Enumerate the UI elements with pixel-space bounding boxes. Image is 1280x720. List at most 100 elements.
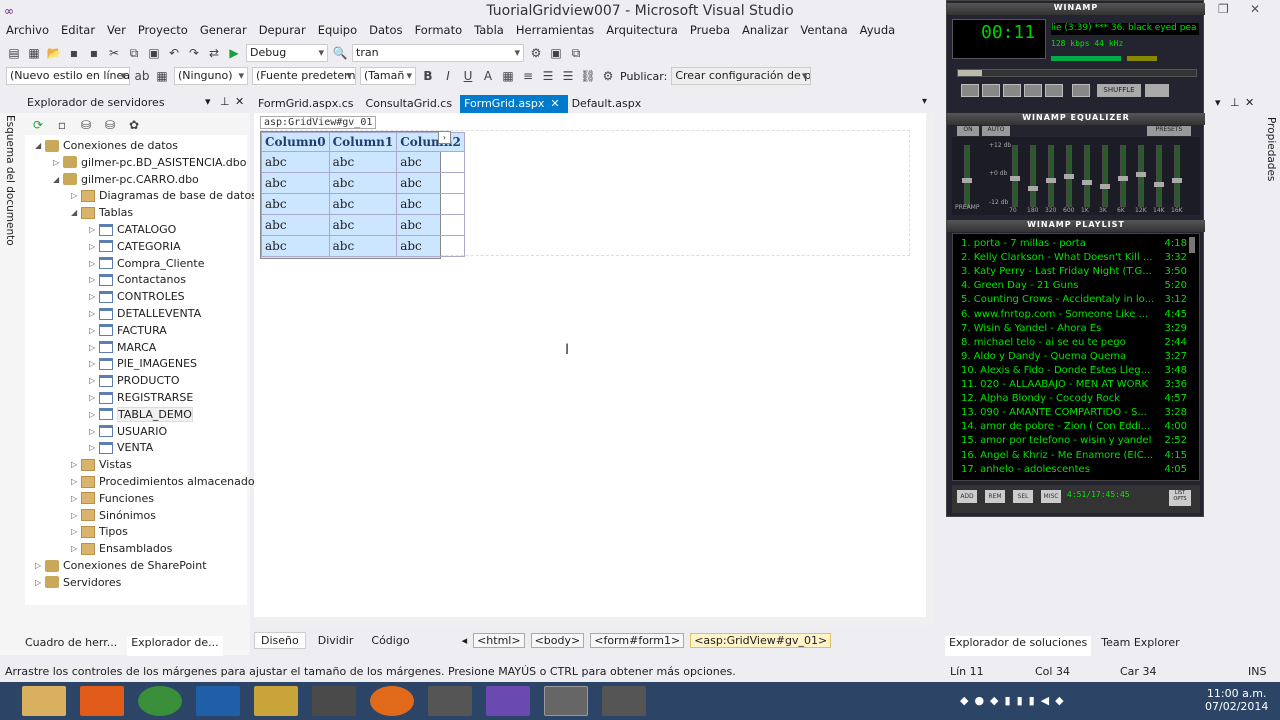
tree-item[interactable]: ▷ Diagramas de base de datos	[71, 187, 257, 204]
expander-icon[interactable]: ▷	[71, 511, 81, 520]
toolbar-icon[interactable]: ⚙	[528, 45, 544, 61]
menu-item-12[interactable]: Prueba	[684, 22, 736, 40]
menu-item-3[interactable]: Proyecto	[132, 22, 194, 40]
eq-knob[interactable]	[1100, 184, 1110, 189]
table-cell[interactable]: abc	[328, 235, 398, 257]
cut-icon[interactable]: ✂	[106, 45, 122, 61]
tree-item[interactable]: ◢ gilmer-pc.CARRO.dbo	[53, 171, 199, 188]
menu-item-11[interactable]: Arquitectura	[600, 22, 684, 40]
style-icon[interactable]: ab	[134, 68, 150, 84]
bullets-icon[interactable]: ☰	[540, 68, 556, 84]
playlist-item[interactable]: 2. Kelly Clarkson - What Doesn't Kill ..…	[961, 252, 1187, 266]
playlist-misc-button[interactable]: MISC	[1041, 490, 1061, 503]
tree-item[interactable]: ◢ Tablas	[71, 204, 133, 221]
expander-icon[interactable]: ▷	[71, 477, 81, 486]
tree-item[interactable]: ▷ Contactanos	[89, 271, 186, 288]
playlist-item[interactable]: 5. Counting Crows - Accidentaly in lo...…	[961, 294, 1187, 308]
stop-icon[interactable]: ▫	[54, 117, 70, 133]
table-cell[interactable]: abc	[396, 214, 465, 236]
config-dropdown[interactable]: Debug	[246, 44, 328, 62]
eq-knob[interactable]	[1172, 178, 1182, 183]
expander-icon[interactable]: ▷	[35, 561, 45, 570]
table-cell[interactable]: abc	[261, 214, 330, 236]
font-color-icon[interactable]: A	[480, 68, 496, 84]
crumb-2[interactable]: <form#form1>	[590, 632, 685, 648]
expander-icon[interactable]: ▷	[89, 275, 99, 284]
playlist-item[interactable]: 11. 020 - ALLAABAJO - MEN AT WORK 3:36	[961, 379, 1187, 393]
expander-icon[interactable]: ▷	[89, 427, 99, 436]
link-icon[interactable]: ⛓	[580, 68, 596, 84]
menu-item-0[interactable]: Archivo	[0, 22, 55, 40]
expander-icon[interactable]: ▷	[89, 259, 99, 268]
media-taskbar-icon[interactable]	[80, 686, 124, 716]
panel-dropdown-icon[interactable]: ▾	[1215, 96, 1221, 109]
tab-overflow-icon[interactable]: ▾	[922, 96, 927, 107]
preamp-slider[interactable]	[962, 145, 972, 207]
sharepoint-icon[interactable]: ✿	[126, 117, 142, 133]
playlist-item[interactable]: 9. Aldo y Dandy - Quema Quema 3:27	[961, 351, 1187, 365]
expander-icon[interactable]: ▷	[89, 393, 99, 402]
playlist-item[interactable]: 16. Angel & Khriz - Me Enamore (EIC... 4:…	[961, 450, 1187, 464]
table-cell[interactable]: abc	[328, 151, 398, 173]
eq-band-slider[interactable]	[1010, 145, 1020, 207]
app2-taskbar-icon[interactable]	[602, 686, 646, 716]
eq-band-slider[interactable]	[1082, 145, 1092, 207]
tree-item[interactable]: ▷ Compra_Cliente	[89, 255, 204, 272]
pause-button[interactable]	[1003, 84, 1021, 97]
add-item-icon[interactable]: ▦	[26, 45, 42, 61]
table-cell[interactable]: abc	[396, 172, 465, 194]
publish-icon[interactable]: ⚙	[600, 68, 616, 84]
restore-icon[interactable]: ❐	[1218, 2, 1229, 16]
volume-slider[interactable]	[1051, 56, 1121, 61]
connect-db-icon[interactable]: ⛁	[78, 117, 94, 133]
save-all-icon[interactable]: ▪	[86, 45, 102, 61]
app-taskbar-icon[interactable]	[428, 686, 472, 716]
expander-icon[interactable]: ▷	[71, 191, 81, 200]
tree-item[interactable]: ▷ PIE_IMAGENES	[89, 355, 197, 372]
eq-knob[interactable]	[1082, 180, 1092, 185]
menu-item-13[interactable]: Analizar	[736, 22, 794, 40]
tree-item[interactable]: ▷ CATEGORIA	[89, 238, 181, 255]
table-cell[interactable]: abc	[328, 172, 398, 194]
menu-item-14[interactable]: Ventana	[794, 22, 853, 40]
pin-icon[interactable]: ⊥	[1230, 96, 1240, 109]
crumb-3[interactable]: <asp:GridView#gv_01>	[690, 632, 832, 648]
doc-tab-2[interactable]: FormGrid.aspx ✕	[460, 95, 568, 113]
view-0[interactable]: Diseño	[254, 631, 306, 649]
column-header[interactable]: Column1	[328, 132, 398, 152]
table-cell[interactable]: abc	[396, 235, 465, 257]
doc-tab-0[interactable]: FormGrid.aspx.cs	[254, 95, 362, 113]
table-cell[interactable]: abc	[396, 151, 465, 173]
start-debug-icon[interactable]: ▶	[226, 45, 242, 61]
publish-dropdown[interactable]: Crear configuración de p	[671, 67, 812, 85]
font-dropdown[interactable]: (Fuente predetern	[252, 67, 356, 85]
crumb-1[interactable]: <body>	[530, 632, 585, 648]
horizontal-scrollbar[interactable]	[254, 617, 926, 625]
tree-item[interactable]: ▷ CONTROLES	[89, 288, 185, 305]
view-1[interactable]: Dividir	[312, 633, 360, 648]
expander-icon[interactable]: ▷	[89, 376, 99, 385]
right-tab-1[interactable]: Team Explorer	[1101, 636, 1179, 656]
expander-icon[interactable]: ▷	[89, 410, 99, 419]
expander-icon[interactable]: ▷	[35, 578, 45, 587]
expander-icon[interactable]: ▷	[89, 443, 99, 452]
doc-tab-3[interactable]: Default.aspx	[568, 95, 650, 113]
tools-taskbar-icon[interactable]	[254, 686, 298, 716]
paste-icon[interactable]: ▣	[146, 45, 162, 61]
playlist-item[interactable]: 12. Alpha Blondy - Cocody Rock 4:57	[961, 393, 1187, 407]
expander-icon[interactable]: ▷	[89, 242, 99, 251]
tree-item[interactable]: ▷ Servidores	[35, 574, 121, 591]
tab-close-icon[interactable]: ✕	[550, 97, 559, 113]
playlist-rem-button[interactable]: REM	[985, 490, 1005, 503]
expander-icon[interactable]: ▷	[53, 158, 63, 167]
tray-icons[interactable]: ◆●◆▮▮▮◀◆	[960, 694, 1070, 707]
right-tab-0[interactable]: Explorador de soluciones	[945, 636, 1092, 656]
menu-item-15[interactable]: Ayuda	[854, 22, 902, 40]
properties-tab[interactable]: Propiedades	[1262, 113, 1280, 313]
tree-item[interactable]: ▷ VENTA	[89, 439, 153, 456]
eq-knob[interactable]	[1028, 186, 1038, 191]
italic-icon[interactable]: I	[440, 68, 456, 84]
expander-icon[interactable]: ▷	[89, 225, 99, 234]
bold-icon[interactable]: B	[420, 68, 436, 84]
menu-item-6[interactable]: Equipo	[312, 22, 363, 40]
